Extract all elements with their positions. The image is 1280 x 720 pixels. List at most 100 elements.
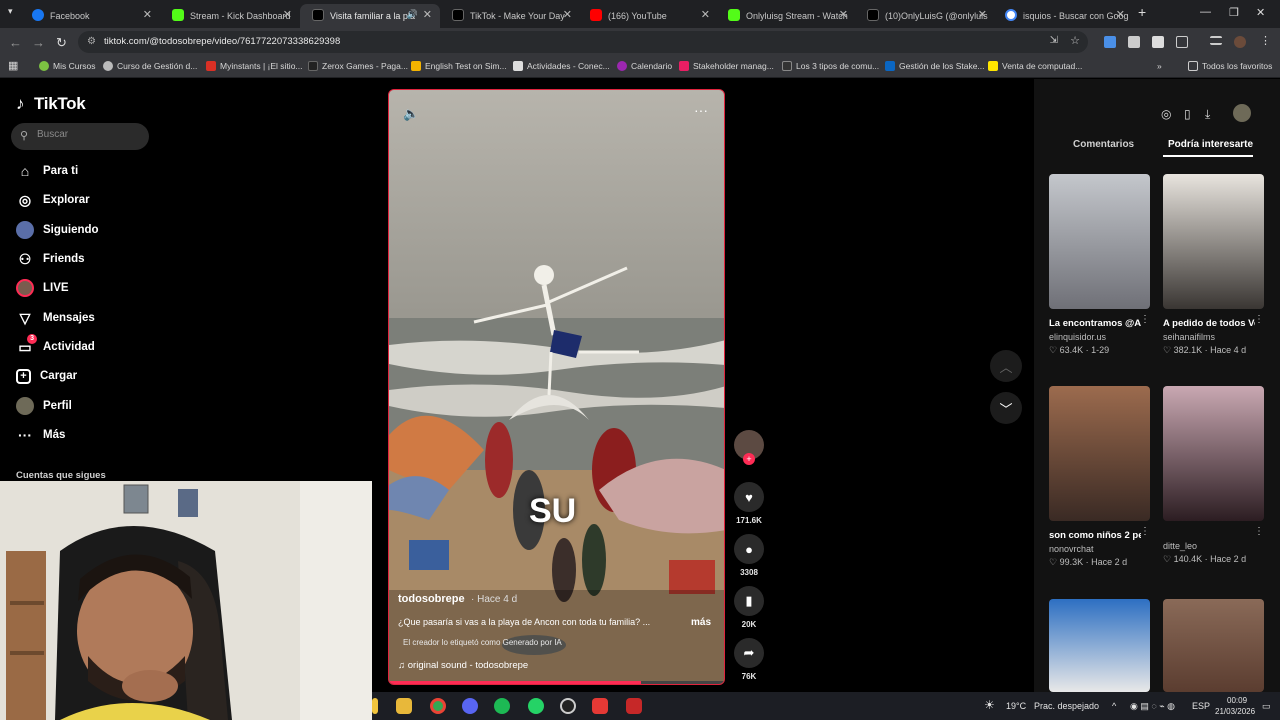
bookmark-item[interactable]: Myinstants | ¡El sitio... bbox=[206, 61, 303, 71]
reload-icon[interactable]: ↻ bbox=[56, 35, 67, 51]
chrome-icon[interactable] bbox=[430, 698, 446, 714]
tray-overflow-icon[interactable]: ^ bbox=[1112, 701, 1116, 711]
compass-icon[interactable]: ◎ bbox=[1161, 107, 1171, 121]
video-thumbnail[interactable] bbox=[1049, 599, 1150, 692]
extension-icon[interactable] bbox=[1152, 36, 1164, 48]
weather-temperature[interactable]: 19°C bbox=[1006, 701, 1026, 711]
like-button[interactable]: ♥ 171.6K bbox=[733, 482, 765, 525]
browser-tab[interactable]: (166) YouTube ✕ bbox=[578, 4, 718, 28]
close-window-button[interactable]: ✕ bbox=[1256, 6, 1265, 19]
video-thumbnail[interactable] bbox=[1049, 174, 1150, 309]
volume-icon[interactable]: 🔈 bbox=[403, 106, 419, 122]
speaker-icon[interactable]: 🔊 bbox=[407, 9, 418, 20]
nav-item-actividad[interactable]: ▭ 3 Actividad bbox=[16, 334, 95, 358]
close-icon[interactable]: ✕ bbox=[1116, 8, 1125, 21]
profile-avatar-icon[interactable] bbox=[1233, 104, 1251, 122]
nav-item-para-ti[interactable]: ⌂ Para ti bbox=[16, 160, 78, 182]
download-icon[interactable]: ⤓ bbox=[1205, 107, 1210, 122]
extension-icon[interactable] bbox=[1128, 36, 1140, 48]
browser-tab-active[interactable]: Visita familiar a la pla 🔊 ✕ bbox=[300, 4, 440, 28]
whatsapp-icon[interactable] bbox=[528, 698, 544, 714]
video-thumbnail[interactable] bbox=[1163, 599, 1264, 692]
share-button[interactable]: ➦ 76K bbox=[733, 638, 765, 681]
minimize-button[interactable]: — bbox=[1200, 6, 1211, 18]
site-info-icon[interactable]: ⚙ bbox=[87, 36, 96, 47]
nav-item-explorar[interactable]: ◎ Explorar bbox=[16, 189, 90, 211]
nav-item-perfil[interactable]: Perfil bbox=[16, 395, 72, 417]
comment-button[interactable]: ● 3308 bbox=[733, 534, 765, 577]
profile-avatar-icon[interactable] bbox=[1234, 36, 1246, 48]
nav-item-mas[interactable]: ··· Más bbox=[16, 424, 65, 446]
bookmark-item[interactable]: Zerox Games - Paga... bbox=[308, 61, 408, 71]
previous-video-button[interactable]: ︿ bbox=[990, 350, 1022, 382]
bookmark-item[interactable]: Stakeholder manag... bbox=[679, 61, 774, 71]
nav-item-mensajes[interactable]: ▽ Mensajes bbox=[16, 307, 95, 329]
browser-tab[interactable]: TikTok - Make Your Day ✕ bbox=[440, 4, 580, 28]
more-options-icon[interactable]: ⋮ bbox=[1140, 526, 1150, 537]
input-language[interactable]: ESP bbox=[1192, 701, 1210, 711]
save-button[interactable]: ▮ 20K bbox=[733, 586, 765, 629]
description-more-link[interactable]: más bbox=[691, 617, 711, 628]
weather-condition[interactable]: Prac. despejado bbox=[1034, 701, 1099, 711]
video-thumbnail[interactable] bbox=[1163, 386, 1264, 521]
video-thumbnail[interactable] bbox=[1163, 174, 1264, 309]
folder-icon[interactable] bbox=[372, 698, 378, 714]
device-icon[interactable]: ▯ bbox=[1184, 107, 1191, 121]
video-thumbnail[interactable] bbox=[1049, 386, 1150, 521]
search-input[interactable] bbox=[37, 129, 137, 140]
tab-search-icon[interactable]: ▾ bbox=[8, 6, 13, 17]
close-icon[interactable]: ✕ bbox=[563, 8, 572, 21]
video-player[interactable]: 🔈 ··· SU todosobrepe · Hace 4 d ¿Que pas… bbox=[388, 89, 725, 685]
menu-dots-icon[interactable]: ⋮ bbox=[1260, 34, 1272, 47]
recommendation-card[interactable] bbox=[1049, 599, 1150, 692]
apps-grid-icon[interactable]: ▦ bbox=[8, 59, 18, 72]
bookmarks-overflow-icon[interactable]: » bbox=[1157, 61, 1162, 71]
tab-podria-interesarte[interactable]: Podría interesarte bbox=[1168, 139, 1253, 150]
follow-plus-icon[interactable]: + bbox=[743, 453, 755, 465]
next-video-button[interactable]: ﹀ bbox=[990, 392, 1022, 424]
bookmark-item[interactable]: Gestión de los Stake... bbox=[885, 61, 985, 71]
more-options-icon[interactable]: ··· bbox=[694, 102, 708, 118]
browser-tab[interactable]: Facebook ✕ bbox=[20, 4, 160, 28]
more-options-icon[interactable]: ⋮ bbox=[1140, 314, 1150, 325]
install-app-icon[interactable]: ⇲ bbox=[1050, 35, 1058, 46]
bookmark-item[interactable]: Actividades - Conec... bbox=[513, 61, 610, 71]
media-control-icon[interactable] bbox=[1210, 36, 1222, 45]
close-icon[interactable]: ✕ bbox=[283, 8, 292, 21]
forward-icon[interactable]: → bbox=[32, 35, 45, 50]
nav-item-cargar[interactable]: + Cargar bbox=[16, 365, 77, 387]
bookmark-item[interactable]: Venta de computad... bbox=[988, 61, 1082, 71]
bookmark-item[interactable]: Los 3 tipos de comu... bbox=[782, 61, 879, 71]
author-avatar[interactable]: + bbox=[733, 430, 765, 465]
browser-tab[interactable]: (10)OnlyLuisG (@onlyluis ✕ bbox=[855, 4, 995, 28]
discord-icon[interactable] bbox=[462, 698, 478, 714]
extension-icon[interactable] bbox=[1104, 36, 1116, 48]
clock-time[interactable]: 00:09 bbox=[1227, 696, 1247, 705]
nav-item-siguiendo[interactable]: Siguiendo bbox=[16, 219, 99, 241]
bookmark-star-icon[interactable]: ☆ bbox=[1070, 34, 1080, 47]
clock-date[interactable]: 21/03/2026 bbox=[1215, 707, 1255, 716]
tray-icons[interactable]: ◉ ▤ ◌ ⌁ ◍ bbox=[1130, 701, 1175, 712]
bookmark-item[interactable]: Curso de Gestión d... bbox=[103, 61, 197, 71]
nav-item-live[interactable]: LIVE bbox=[16, 277, 69, 299]
search-box[interactable]: ⚲ bbox=[11, 123, 149, 150]
recommendation-card[interactable]: ⋮ La encontramos @Ariel Arancibia... eli… bbox=[1049, 174, 1150, 356]
address-bar[interactable]: ⚙ tiktok.com/@todosobrepe/video/76177220… bbox=[78, 31, 1088, 53]
recommendation-card[interactable]: ⋮ ditte_leo ♡ 140.4K · Hace 2 d bbox=[1163, 386, 1264, 565]
close-icon[interactable]: ✕ bbox=[701, 8, 710, 21]
notifications-icon[interactable]: ▭ bbox=[1262, 701, 1271, 712]
video-sound[interactable]: ♫ original sound - todosobrepe bbox=[398, 660, 528, 671]
new-tab-button[interactable]: + bbox=[1138, 4, 1146, 20]
bookmark-item[interactable]: Mis Cursos bbox=[39, 61, 96, 71]
recommendation-card[interactable] bbox=[1163, 599, 1264, 692]
recommendation-card[interactable]: ⋮ A pedido de todos Vegeta777 Batm... se… bbox=[1163, 174, 1264, 356]
video-author[interactable]: todosobrepe bbox=[398, 593, 465, 605]
app-icon[interactable] bbox=[592, 698, 608, 714]
back-icon[interactable]: ← bbox=[9, 35, 22, 50]
browser-tab[interactable]: Stream - Kick Dashboard ✕ bbox=[160, 4, 300, 28]
more-options-icon[interactable]: ⋮ bbox=[1254, 314, 1264, 325]
tiktok-logo[interactable]: ♪ TikTok bbox=[16, 94, 86, 114]
maximize-button[interactable]: ❐ bbox=[1229, 6, 1239, 19]
bookmark-item[interactable]: Calendario bbox=[617, 61, 672, 71]
nav-item-friends[interactable]: ⚇ Friends bbox=[16, 248, 85, 270]
